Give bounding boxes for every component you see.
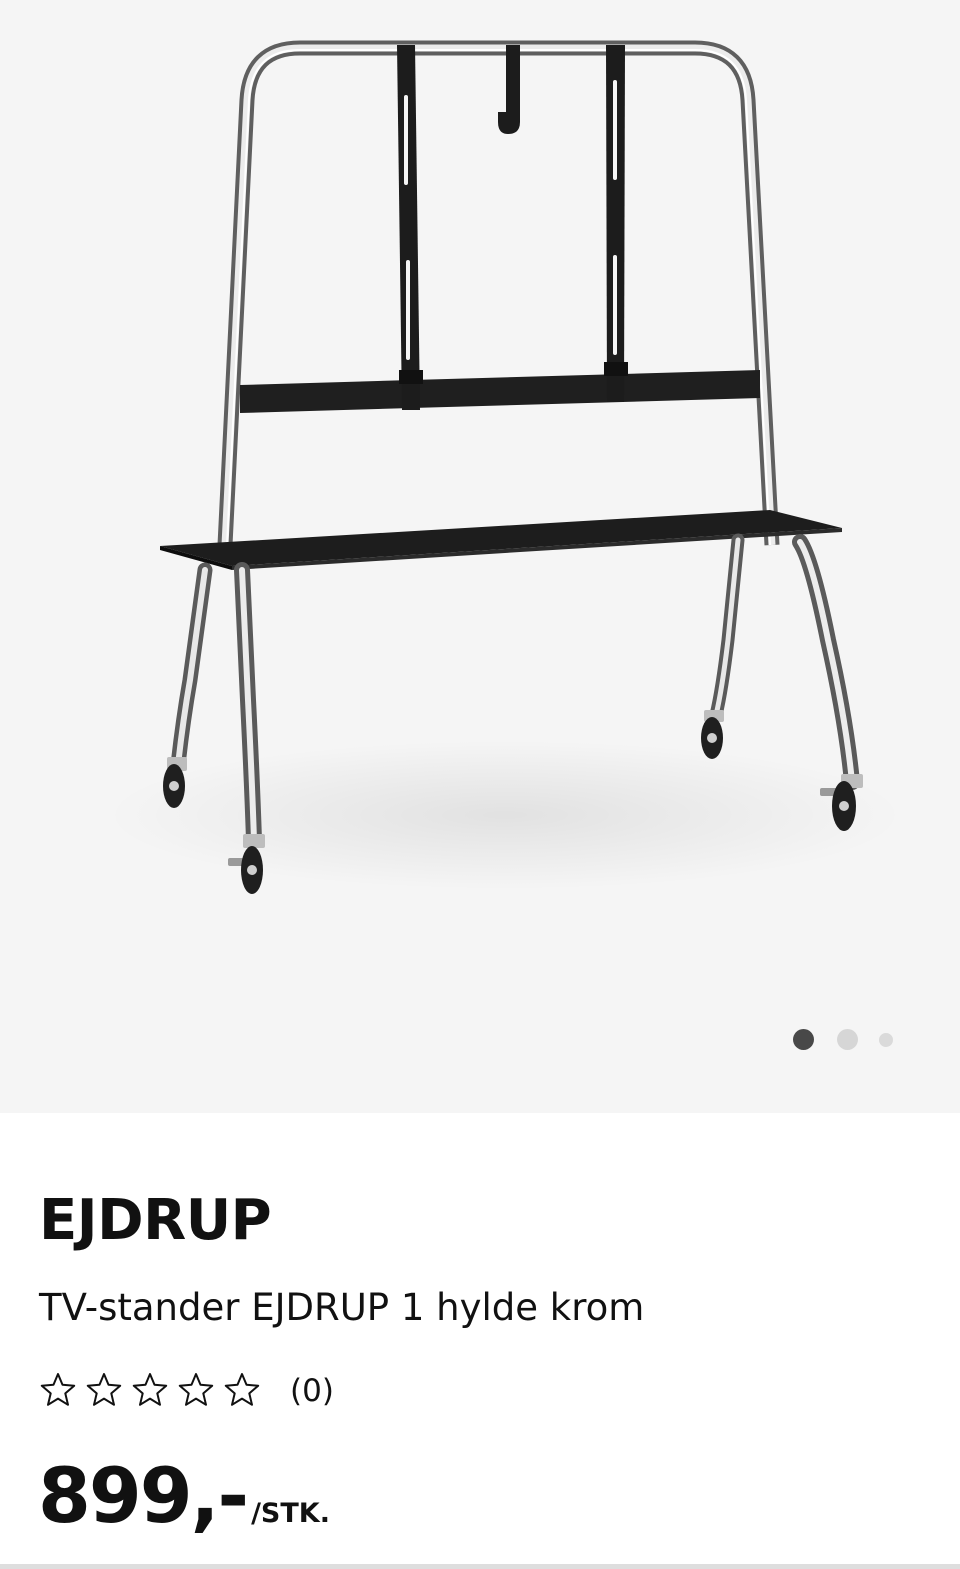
gallery-dot-active[interactable] — [793, 1029, 814, 1050]
product-image — [105, 40, 905, 894]
star-icon — [132, 1373, 168, 1406]
product-description: TV-stander EJDRUP 1 hylde krom — [39, 1286, 645, 1329]
product-info: EJDRUP TV-stander EJDRUP 1 hylde krom (0… — [0, 1113, 960, 1569]
product-name: EJDRUP — [39, 1188, 272, 1253]
gallery-dot[interactable] — [879, 1033, 893, 1047]
star-icon — [224, 1373, 260, 1406]
price-unit: /STK. — [251, 1498, 330, 1529]
product-price: 899,-/STK. — [38, 1458, 330, 1534]
product-image-gallery[interactable] — [0, 0, 960, 1113]
review-count: (0) — [290, 1373, 334, 1409]
rating-stars — [40, 1373, 260, 1406]
star-icon — [86, 1373, 122, 1406]
price-amount: 899,- — [38, 1451, 249, 1540]
gallery-dot[interactable] — [837, 1029, 858, 1050]
divider — [0, 1564, 960, 1569]
star-icon — [178, 1373, 214, 1406]
star-icon — [40, 1373, 76, 1406]
